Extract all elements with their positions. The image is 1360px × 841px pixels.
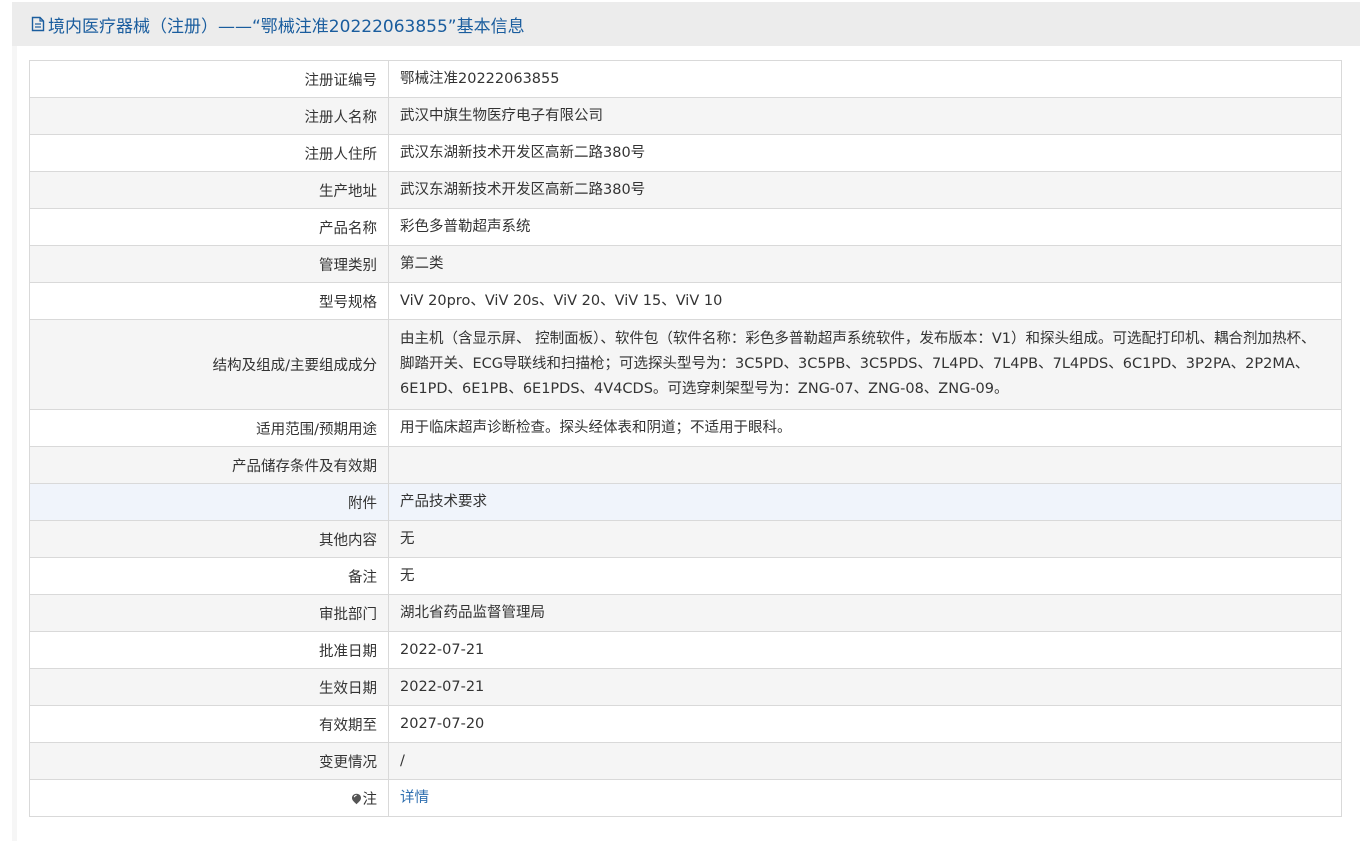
row-label: 附件 [29, 483, 389, 521]
row-label: 有效期至 [29, 705, 389, 743]
row-label: 其他内容 [29, 520, 389, 558]
row-value: 2027-07-20 [388, 705, 1342, 743]
row-value: 鄂械注准20222063855 [388, 60, 1342, 98]
row-value: 湖北省药品监督管理局 [388, 594, 1342, 632]
table-row: 备注 无 [29, 557, 1342, 595]
row-label: 结构及组成/主要组成成分 [29, 319, 389, 410]
row-label: 注 [362, 791, 378, 808]
row-label: 产品名称 [29, 208, 389, 246]
table-row: 变更情况 / [29, 742, 1342, 780]
table-row: 注册证编号 鄂械注准20222063855 [29, 60, 1342, 98]
table-row: 生效日期 2022-07-21 [29, 668, 1342, 706]
row-value: 第二类 [388, 245, 1342, 283]
table-row: 产品储存条件及有效期 [29, 446, 1342, 484]
table-row: 有效期至 2027-07-20 [29, 705, 1342, 743]
row-label: 注册人住所 [29, 134, 389, 172]
row-label: 注册人名称 [29, 97, 389, 135]
row-label: 备注 [29, 557, 389, 595]
table-row: 注册人住所 武汉东湖新技术开发区高新二路380号 [29, 134, 1342, 172]
table-row: 生产地址 武汉东湖新技术开发区高新二路380号 [29, 171, 1342, 209]
row-value [388, 446, 1342, 484]
table-row: 附件 产品技术要求 [29, 483, 1342, 521]
page: 境内医疗器械（注册）——“鄂械注准20222063855”基本信息 注册证编号 … [12, 2, 1360, 841]
row-value: 2022-07-21 [388, 668, 1342, 706]
table-row: 批准日期 2022-07-21 [29, 631, 1342, 669]
table-row: 产品名称 彩色多普勒超声系统 [29, 208, 1342, 246]
pin-icon [351, 793, 362, 805]
info-table: 注册证编号 鄂械注准20222063855 注册人名称 武汉中旗生物医疗电子有限… [29, 60, 1342, 817]
row-label: 审批部门 [29, 594, 389, 632]
row-label: 变更情况 [29, 742, 389, 780]
row-value: 用于临床超声诊断检查。探头经体表和阴道；不适用于眼科。 [388, 409, 1342, 447]
table-row: 注 详情 [29, 779, 1342, 817]
row-value: 武汉中旗生物医疗电子有限公司 [388, 97, 1342, 135]
row-value: ViV 20pro、ViV 20s、ViV 20、ViV 15、ViV 10 [388, 282, 1342, 320]
note-label-cell: 注 [29, 779, 389, 817]
info-panel: 注册证编号 鄂械注准20222063855 注册人名称 武汉中旗生物医疗电子有限… [17, 46, 1360, 841]
table-row: 适用范围/预期用途 用于临床超声诊断检查。探头经体表和阴道；不适用于眼科。 [29, 409, 1342, 447]
row-value: 武汉东湖新技术开发区高新二路380号 [388, 171, 1342, 209]
row-value: 详情 [388, 779, 1342, 817]
row-label: 生产地址 [29, 171, 389, 209]
row-value: 2022-07-21 [388, 631, 1342, 669]
table-row: 型号规格 ViV 20pro、ViV 20s、ViV 20、ViV 15、ViV… [29, 282, 1342, 320]
row-label: 产品储存条件及有效期 [29, 446, 389, 484]
row-value: 无 [388, 557, 1342, 595]
page-header: 境内医疗器械（注册）——“鄂械注准20222063855”基本信息 [12, 2, 1360, 46]
row-value: 产品技术要求 [388, 483, 1342, 521]
table-row: 管理类别 第二类 [29, 245, 1342, 283]
row-label: 注册证编号 [29, 60, 389, 98]
page-title: 境内医疗器械（注册）——“鄂械注准20222063855”基本信息 [48, 16, 525, 37]
row-label: 批准日期 [29, 631, 389, 669]
table-row: 注册人名称 武汉中旗生物医疗电子有限公司 [29, 97, 1342, 135]
table-row: 其他内容 无 [29, 520, 1342, 558]
details-link[interactable]: 详情 [400, 790, 429, 806]
row-label: 管理类别 [29, 245, 389, 283]
row-label: 型号规格 [29, 282, 389, 320]
row-value: 彩色多普勒超声系统 [388, 208, 1342, 246]
row-value: / [388, 742, 1342, 780]
row-label: 适用范围/预期用途 [29, 409, 389, 447]
table-row: 结构及组成/主要组成成分 由主机（含显示屏、 控制面板）、软件包（软件名称：彩色… [29, 319, 1342, 410]
row-value: 由主机（含显示屏、 控制面板）、软件包（软件名称：彩色多普勒超声系统软件，发布版… [388, 319, 1342, 410]
row-label: 生效日期 [29, 668, 389, 706]
document-icon [31, 16, 45, 32]
row-value: 武汉东湖新技术开发区高新二路380号 [388, 134, 1342, 172]
table-row: 审批部门 湖北省药品监督管理局 [29, 594, 1342, 632]
row-value: 无 [388, 520, 1342, 558]
